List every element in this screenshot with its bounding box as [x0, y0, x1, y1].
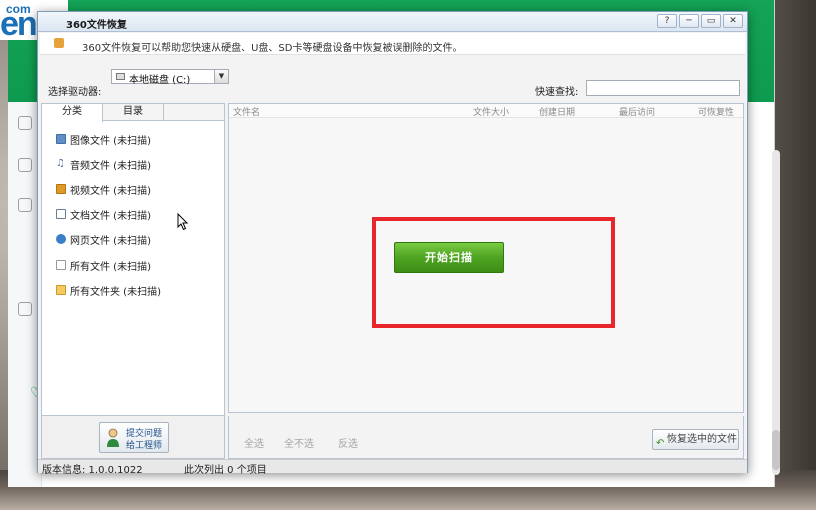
category-label: 音频文件 (未扫描): [70, 160, 151, 172]
hard-drive-icon: [116, 73, 125, 80]
folder-icon: [56, 285, 66, 295]
category-images[interactable]: 图像文件 (未扫描): [56, 131, 151, 147]
feedback-line2: 给工程师: [126, 441, 163, 451]
category-audio[interactable]: ♫ 音频文件 (未扫描): [56, 156, 151, 172]
dialog-titlebar[interactable]: 360文件恢复 ? ─ ▭ ✕: [38, 12, 747, 32]
restore-arrow-icon: ↶: [656, 438, 665, 449]
category-label: 文档文件 (未扫描): [70, 210, 151, 222]
restore-selected-button[interactable]: ↶ 恢复选中的文件: [652, 429, 739, 450]
select-all-link[interactable]: 全选: [244, 435, 264, 450]
select-invert-link[interactable]: 反选: [338, 435, 358, 450]
category-label: 视频文件 (未扫描): [70, 185, 151, 197]
category-label: 所有文件夹 (未扫描): [70, 286, 161, 298]
listed-count: 此次列出 0 个项目: [184, 465, 267, 476]
info-text: 360文件恢复可以帮助您快速从硬盘、U盘、SD卡等硬盘设备中恢复被误删除的文件。: [82, 43, 463, 54]
close-button[interactable]: ✕: [723, 14, 743, 28]
image-icon: [56, 134, 66, 144]
category-video[interactable]: 视频文件 (未扫描): [56, 181, 151, 197]
maximize-button[interactable]: ▭: [701, 14, 721, 28]
column-created[interactable]: 创建日期: [539, 105, 575, 118]
feedback-area: 提交问题 给工程师: [41, 416, 225, 459]
video-icon: [56, 184, 66, 194]
toolbox-icon[interactable]: [18, 116, 32, 130]
file-list-header: 文件名 文件大小 创建日期 最后访问 可恢复性: [229, 104, 743, 118]
category-webpages[interactable]: 网页文件 (未扫描): [56, 231, 151, 247]
restore-button-label: 恢复选中的文件: [667, 434, 737, 445]
drive-select[interactable]: 本地磁盘 (C:) ▼: [111, 69, 229, 86]
audio-icon: ♫: [56, 158, 65, 169]
info-banner: 360文件恢复可以帮助您快速从硬盘、U盘、SD卡等硬盘设备中恢复被误删除的文件。: [40, 33, 745, 55]
category-all-folders[interactable]: 所有文件夹 (未扫描): [56, 282, 161, 298]
info-icon: [54, 38, 64, 48]
clean-icon[interactable]: [18, 158, 32, 172]
category-all-files[interactable]: 所有文件 (未扫描): [56, 257, 151, 273]
selection-bar: 全选 全不选 反选 ↶ 恢复选中的文件: [228, 416, 744, 459]
column-recoverability[interactable]: 可恢复性: [698, 105, 734, 118]
mouse-cursor-icon: [177, 213, 189, 231]
category-tabs: 分类 目录: [42, 104, 224, 122]
help-button[interactable]: ?: [657, 14, 677, 28]
tab-category[interactable]: 分类: [42, 104, 103, 122]
tab-directory[interactable]: 目录: [103, 104, 164, 121]
drive-label: 选择驱动器:: [48, 87, 102, 98]
select-none-link[interactable]: 全不选: [284, 435, 314, 450]
category-documents[interactable]: 文档文件 (未扫描): [56, 206, 151, 222]
category-label: 所有文件 (未扫描): [70, 261, 151, 273]
drive-selected-value: 本地磁盘 (C:): [129, 75, 191, 86]
shield-icon[interactable]: [18, 198, 32, 212]
column-last-access[interactable]: 最后访问: [619, 105, 655, 118]
dialog-title: 360文件恢复: [66, 20, 127, 31]
status-bar: 版本信息: 1.0.0.1022 此次列出 0 个项目: [38, 459, 747, 476]
chevron-down-icon[interactable]: ▼: [214, 70, 228, 83]
host-scrollbar[interactable]: [772, 150, 780, 475]
search-label: 快速查找:: [535, 87, 579, 98]
minimize-button[interactable]: ─: [679, 14, 699, 28]
version-info: 版本信息: 1.0.0.1022: [42, 465, 143, 476]
settings-icon[interactable]: [18, 302, 32, 316]
category-label: 图像文件 (未扫描): [70, 135, 151, 147]
column-filename[interactable]: 文件名: [233, 105, 260, 118]
search-input[interactable]: [586, 80, 740, 96]
engineer-icon: [107, 428, 119, 447]
category-label: 网页文件 (未扫描): [70, 235, 151, 247]
red-highlight-annotation: [372, 217, 615, 328]
webpage-icon: [56, 234, 66, 244]
file-icon: [56, 260, 66, 270]
column-filesize[interactable]: 文件大小: [473, 105, 509, 118]
category-panel: 分类 目录 图像文件 (未扫描) ♫ 音频文件 (未扫描) 视频文件 (未扫描)…: [41, 103, 225, 416]
host-scrollbar-thumb[interactable]: [772, 430, 780, 470]
feedback-button[interactable]: 提交问题 给工程师: [99, 422, 169, 453]
logo-small-text: com: [6, 2, 31, 16]
document-icon: [56, 209, 66, 219]
